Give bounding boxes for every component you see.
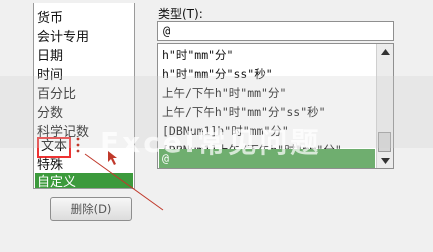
format-item[interactable]: h"时"mm"分" bbox=[162, 46, 233, 65]
type-input[interactable]: @ bbox=[157, 21, 394, 41]
format-cells-dialog-fragment: 货币 会计专用 日期 时间 百分比 分数 科学记数 文本 特殊 自定义 类型(T… bbox=[0, 0, 433, 252]
type-label: 类型(T): bbox=[158, 7, 203, 21]
category-item-currency[interactable]: 货币 bbox=[37, 9, 63, 28]
category-item-accounting[interactable]: 会计专用 bbox=[37, 28, 89, 47]
category-item-custom[interactable]: 自定义 bbox=[35, 173, 133, 188]
scroll-down-arrow-icon[interactable] bbox=[377, 153, 393, 168]
watermark-text: Excel常见问题 bbox=[100, 126, 322, 159]
category-item-date[interactable]: 日期 bbox=[37, 47, 63, 66]
scroll-up-arrow-icon[interactable] bbox=[377, 44, 393, 59]
delete-button[interactable]: 删除(D) bbox=[50, 197, 132, 221]
